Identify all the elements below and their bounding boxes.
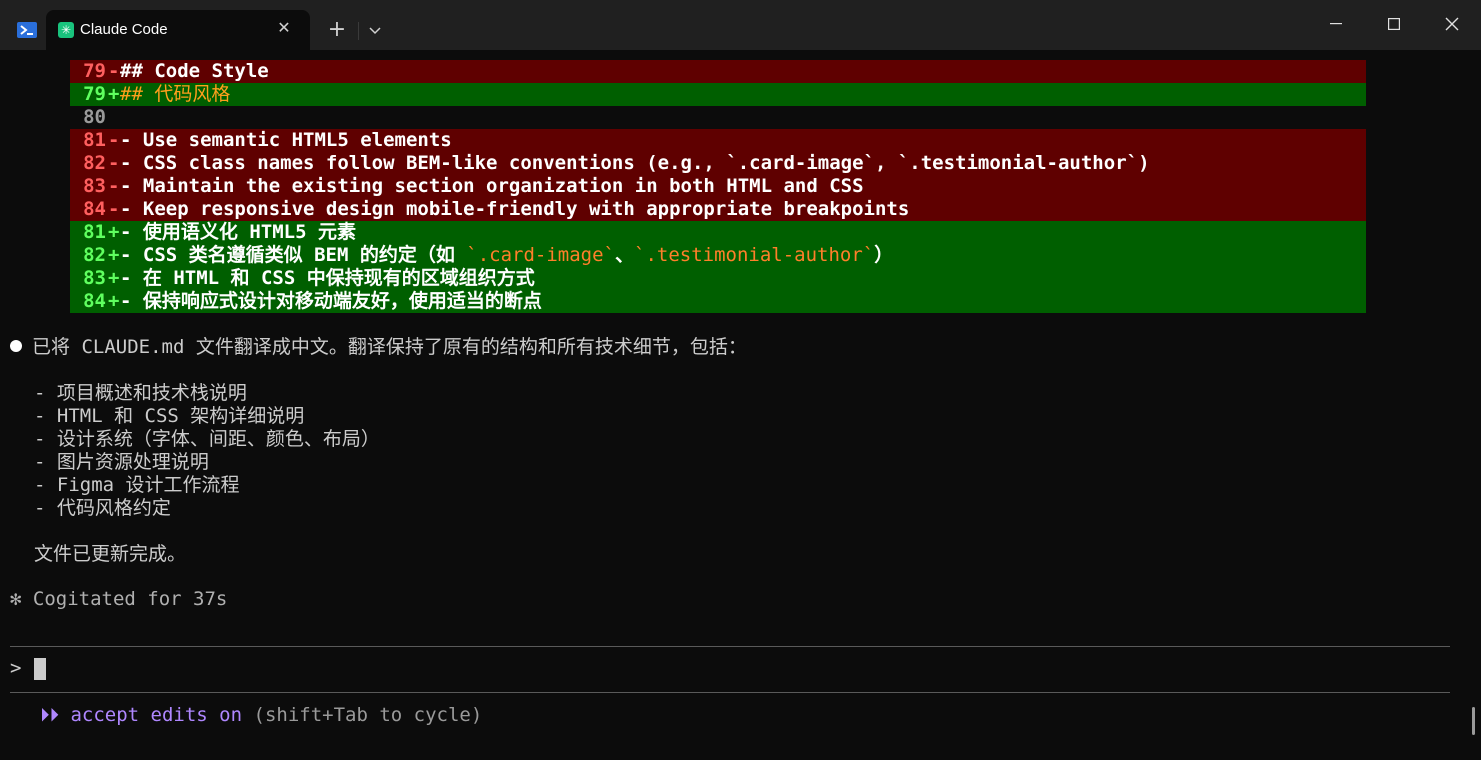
diff-marker: + bbox=[108, 244, 120, 266]
line-number: 83 bbox=[83, 267, 106, 289]
status-line: ✻ Cogitated for 37s bbox=[10, 588, 228, 610]
diff-marker: - bbox=[108, 60, 120, 82]
diff-text: ） bbox=[874, 244, 894, 266]
chevron-down-icon[interactable] bbox=[364, 18, 386, 44]
line-number: 80 bbox=[83, 106, 106, 128]
list-item: - 代码风格约定 bbox=[34, 497, 171, 519]
mode-hint: (shift+Tab to cycle) bbox=[253, 704, 483, 726]
diff-text: 、 bbox=[615, 244, 635, 266]
list-item: - Figma 设计工作流程 bbox=[34, 474, 240, 496]
diff-text: - 保持响应式设计对移动端友好，使用适当的断点 bbox=[120, 290, 542, 312]
inline-code: `.testimonial-author` bbox=[634, 244, 875, 266]
diff-line-del: 84 -- Keep responsive design mobile-frien… bbox=[70, 198, 1366, 221]
diff-line-ctx: 80 bbox=[70, 106, 1366, 129]
claude-asterisk-icon: ✳ bbox=[58, 22, 74, 38]
diff-text: ## Code Style bbox=[120, 60, 269, 82]
assistant-message: 已将 CLAUDE.md 文件翻译成中文。翻译保持了原有的结构和所有技术细节，包… bbox=[10, 336, 747, 359]
diff-line-add: 79 +## 代码风格 bbox=[70, 83, 1366, 106]
diff-text: - Use semantic HTML5 elements bbox=[120, 129, 452, 151]
diff-text: - Keep responsive design mobile-friendly… bbox=[120, 198, 910, 220]
done-message: 文件已更新完成。 bbox=[34, 543, 187, 565]
minimize-icon[interactable] bbox=[1316, 8, 1356, 40]
diff-marker: + bbox=[108, 221, 120, 243]
diff-marker: - bbox=[108, 175, 120, 197]
tab-claude-code[interactable]: ✳ Claude Code ✕ bbox=[46, 10, 310, 50]
input-cursor[interactable] bbox=[34, 658, 46, 680]
mode-label: accept edits on bbox=[70, 704, 243, 726]
diff-marker: + bbox=[108, 83, 120, 105]
diff-marker: + bbox=[108, 267, 120, 289]
scrollbar[interactable] bbox=[1472, 707, 1475, 735]
diff-text: - CSS 类名遵循类似 BEM 的约定（如 bbox=[120, 244, 467, 266]
message-summary: 已将 CLAUDE.md 文件翻译成中文。翻译保持了原有的结构和所有技术细节，包… bbox=[32, 336, 747, 358]
diff-line-add: 82 +- CSS 类名遵循类似 BEM 的约定（如 `.card-image`、… bbox=[70, 244, 1366, 267]
diff-line-add: 83 +- 在 HTML 和 CSS 中保持现有的区域组织方式 bbox=[70, 267, 1366, 290]
line-number: 81 bbox=[83, 129, 106, 151]
bullet-icon bbox=[10, 340, 22, 352]
diff-marker: - bbox=[108, 198, 120, 220]
line-number: 79 bbox=[83, 83, 106, 105]
inline-code: `.card-image` bbox=[466, 244, 615, 266]
new-tab-button[interactable]: + bbox=[324, 18, 350, 44]
diff-marker: + bbox=[108, 290, 120, 312]
diff-view: 79 -## Code Style 79 +## 代码风格 80 81 -- Use sem… bbox=[70, 60, 1366, 313]
diff-text: - 在 HTML 和 CSS 中保持现有的区域组织方式 bbox=[120, 267, 535, 289]
title-bar: ✳ Claude Code ✕ + bbox=[0, 0, 1481, 50]
diff-line-add: 81 +- 使用语义化 HTML5 元素 bbox=[70, 221, 1366, 244]
close-window-icon[interactable] bbox=[1432, 8, 1472, 40]
diff-line-del: 82 -- CSS class names follow BEM-like con… bbox=[70, 152, 1366, 175]
maximize-icon[interactable] bbox=[1374, 8, 1414, 40]
diff-line-del: 83 -- Maintain the existing section organ… bbox=[70, 175, 1366, 198]
line-number: 83 bbox=[83, 175, 106, 197]
line-number: 84 bbox=[83, 198, 106, 220]
close-tab-icon[interactable]: ✕ bbox=[274, 18, 294, 38]
diff-line-del: 81 -- Use semantic HTML5 elements bbox=[70, 129, 1366, 152]
list-item: - 图片资源处理说明 bbox=[34, 451, 209, 473]
line-number: 82 bbox=[83, 244, 106, 266]
prompt-symbol: > bbox=[10, 657, 22, 679]
divider bbox=[10, 646, 1450, 647]
diff-text: - Maintain the existing section organiza… bbox=[120, 175, 864, 197]
line-number: 82 bbox=[83, 152, 106, 174]
diff-text: ## 代码风格 bbox=[120, 83, 231, 105]
powershell-icon[interactable] bbox=[12, 12, 42, 48]
diff-line-del: 79 -## Code Style bbox=[70, 60, 1366, 83]
diff-line-add: 84 +- 保持响应式设计对移动端友好，使用适当的断点 bbox=[70, 290, 1366, 313]
divider bbox=[10, 692, 1450, 693]
list-item: - 项目概述和技术栈说明 bbox=[34, 382, 247, 404]
line-number: 81 bbox=[83, 221, 106, 243]
line-number: 79 bbox=[83, 60, 106, 82]
line-number: 84 bbox=[83, 290, 106, 312]
mode-indicator[interactable]: ⏵⏵ accept edits on (shift+Tab to cycle) bbox=[40, 704, 482, 727]
diff-text: - 使用语义化 HTML5 元素 bbox=[120, 221, 356, 243]
fast-forward-icon: ⏵⏵ bbox=[40, 704, 60, 726]
list-item: - 设计系统（字体、间距、颜色、布局） bbox=[34, 428, 380, 450]
diff-text: - CSS class names follow BEM-like conven… bbox=[120, 152, 1150, 174]
diff-marker: - bbox=[108, 152, 120, 174]
list-item: - HTML 和 CSS 架构详细说明 bbox=[34, 405, 305, 427]
terminal[interactable]: 79 -## Code Style 79 +## 代码风格 80 81 -- Use sem… bbox=[0, 50, 1481, 760]
diff-marker: - bbox=[108, 129, 120, 151]
divider bbox=[358, 22, 359, 40]
tab-title: Claude Code bbox=[80, 21, 168, 38]
